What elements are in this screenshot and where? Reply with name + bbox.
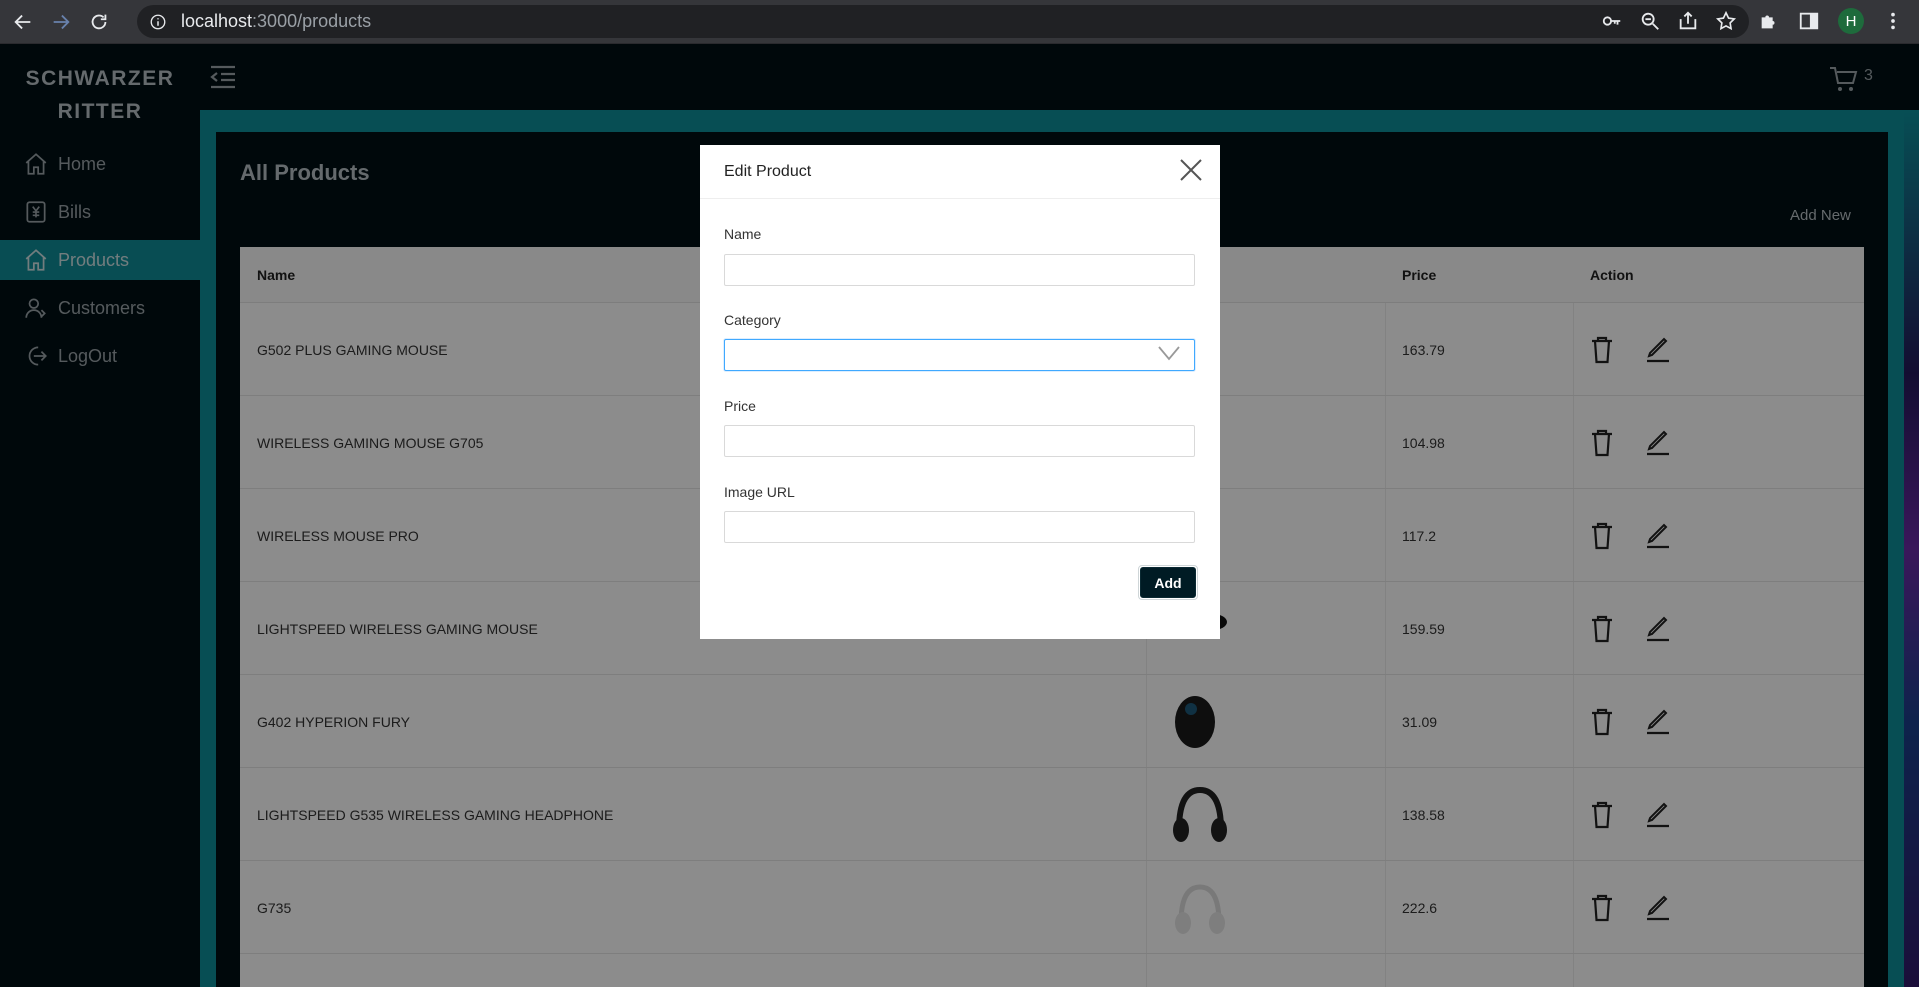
profile-avatar[interactable]: H xyxy=(1838,8,1864,34)
edit-product-modal: Edit Product Name Category Price Image U… xyxy=(700,145,1220,639)
site-info-icon[interactable] xyxy=(149,13,167,31)
reload-button[interactable] xyxy=(84,7,114,37)
category-label: Category xyxy=(724,312,781,328)
image-url-label: Image URL xyxy=(724,484,795,500)
bookmark-star-icon[interactable] xyxy=(1715,10,1737,32)
extensions-puzzle-icon[interactable] xyxy=(1758,10,1780,32)
name-input[interactable] xyxy=(724,254,1195,286)
name-label: Name xyxy=(724,226,762,242)
browser-toolbar: localhost:3000/products H xyxy=(0,0,1919,44)
price-label: Price xyxy=(724,398,756,414)
price-input[interactable] xyxy=(724,425,1195,457)
back-arrow-icon xyxy=(14,14,31,29)
forward-button[interactable] xyxy=(46,7,76,37)
forward-arrow-icon xyxy=(53,14,70,29)
category-select[interactable] xyxy=(724,339,1195,371)
modal-header: Edit Product xyxy=(700,145,1220,199)
zoom-out-icon[interactable] xyxy=(1639,10,1661,32)
browser-menu-icon[interactable] xyxy=(1882,10,1904,32)
add-button[interactable]: Add xyxy=(1138,565,1198,600)
url-text: localhost:3000/products xyxy=(181,11,372,31)
chevron-down-icon xyxy=(1158,346,1180,361)
share-icon[interactable] xyxy=(1677,10,1699,32)
key-icon[interactable] xyxy=(1601,10,1623,32)
reload-icon xyxy=(91,14,107,29)
side-panel-icon[interactable] xyxy=(1798,10,1820,32)
close-icon[interactable] xyxy=(1178,157,1204,183)
image-url-input[interactable] xyxy=(724,511,1195,543)
back-button[interactable] xyxy=(8,7,38,37)
address-bar[interactable]: localhost:3000/products xyxy=(137,5,1749,38)
modal-title: Edit Product xyxy=(724,163,812,180)
